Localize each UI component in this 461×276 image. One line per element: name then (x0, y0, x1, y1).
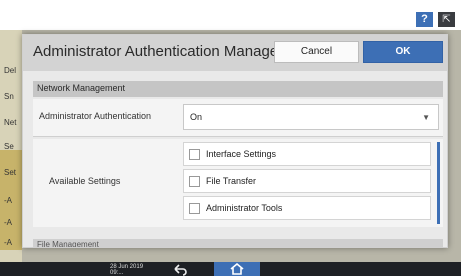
background-item: -A (4, 238, 12, 247)
cancel-button[interactable]: Cancel (274, 41, 359, 63)
available-settings-row: Available Settings Interface Settings Fi… (33, 139, 443, 227)
home-button[interactable] (214, 262, 260, 276)
background-item: Net (4, 118, 17, 127)
help-button[interactable]: ? (416, 12, 433, 27)
ok-button[interactable]: OK (363, 41, 443, 63)
admin-auth-dialog: Administrator Authentication Management … (22, 34, 448, 248)
dropdown-arrow-icon: ▼ (422, 113, 430, 122)
checkbox-label: File Transfer (206, 176, 257, 186)
top-bar (0, 0, 461, 30)
background-item: -A (4, 218, 12, 227)
scrollbar[interactable] (437, 142, 440, 224)
next-section-label: File Management (37, 240, 99, 248)
background-item: Set (4, 168, 17, 177)
date-time: 28 Jun 2019 09:... (110, 264, 143, 276)
admin-auth-value: On (190, 112, 203, 122)
dialog-header: Administrator Authentication Management … (23, 35, 447, 71)
background-item: Se (4, 142, 14, 151)
next-section-header: File Management (33, 239, 443, 248)
checkbox-file-transfer[interactable]: File Transfer (183, 169, 431, 193)
checkbox-label: Interface Settings (206, 149, 277, 159)
expand-icon[interactable]: ⇱ (438, 12, 455, 27)
admin-auth-row: Administrator Authentication On ▼ (33, 99, 443, 137)
admin-auth-label: Administrator Authentication (39, 111, 152, 121)
checkbox-icon (189, 203, 200, 214)
checkbox-interface-settings[interactable]: Interface Settings (183, 142, 431, 166)
background-item: Sn (4, 92, 14, 101)
back-icon[interactable] (172, 262, 188, 276)
home-icon (230, 263, 244, 275)
dialog-title: Administrator Authentication Management (33, 43, 312, 60)
checkbox-administrator-tools[interactable]: Administrator Tools (183, 196, 431, 220)
available-settings-label: Available Settings (49, 176, 121, 186)
admin-auth-select[interactable]: On ▼ (183, 104, 439, 130)
background-item: -A (4, 196, 12, 205)
background-item: Del (4, 66, 17, 75)
time-text: 09:... (110, 270, 124, 276)
section-header: Network Management (33, 81, 443, 97)
section-label: Network Management (37, 83, 126, 93)
available-settings-list: Interface Settings File Transfer Adminis… (183, 142, 431, 224)
checkbox-label: Administrator Tools (206, 203, 283, 213)
checkbox-icon (189, 176, 200, 187)
checkbox-icon (189, 149, 200, 160)
